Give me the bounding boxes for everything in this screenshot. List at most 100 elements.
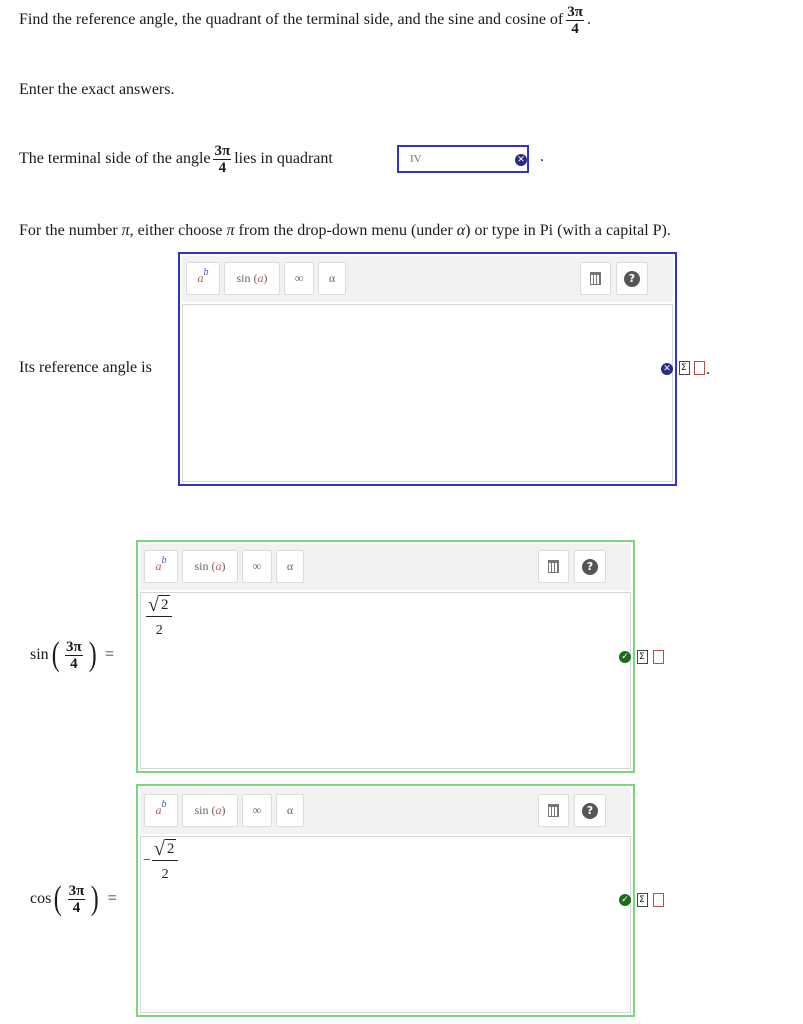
pdf-file-icon[interactable] xyxy=(694,361,705,375)
sin-arg-label: a xyxy=(257,271,264,285)
sin-input[interactable]: √ 2 2 xyxy=(140,592,631,769)
alpha-dropdown-button[interactable]: α xyxy=(318,262,346,295)
cos-input[interactable]: − √ 2 2 xyxy=(140,836,631,1013)
quadrant-angle-denominator: 4 xyxy=(218,159,227,176)
incorrect-icon: ✕ xyxy=(661,363,673,375)
pi-symbol: π xyxy=(121,222,130,239)
question-period: . xyxy=(586,11,591,28)
incorrect-icon: ✕ xyxy=(515,154,527,166)
quadrant-angle-fraction: 3π 4 xyxy=(213,142,232,176)
formula-preview-icon[interactable]: Σ xyxy=(679,361,690,375)
sin-button[interactable]: sin (a) xyxy=(182,550,238,583)
correct-icon: ✓ xyxy=(619,894,631,906)
cos-arg-denominator: 4 xyxy=(72,899,81,916)
alpha-dropdown-button[interactable]: α xyxy=(276,550,304,583)
quadrant-suffix: lies in quadrant xyxy=(234,150,333,167)
sin-radicand: 2 xyxy=(158,595,171,613)
trash-icon xyxy=(548,560,559,573)
sin-button[interactable]: sin (a) xyxy=(224,262,280,295)
reference-label: Its reference angle is xyxy=(19,359,152,376)
sin-equals: = xyxy=(105,646,115,663)
pi-note-text-b: , either choose xyxy=(129,222,223,239)
infinity-button[interactable]: ∞ xyxy=(284,262,314,295)
sin-answer-numerator: √ 2 xyxy=(146,594,173,617)
quadrant-select[interactable]: IV ✕ xyxy=(397,145,529,173)
sqrt-icon: √ xyxy=(148,594,159,616)
angle-denominator: 4 xyxy=(571,20,579,37)
pdf-file-icon[interactable] xyxy=(653,893,664,907)
sin-expression: sin ( 3π 4 ) = xyxy=(30,638,114,672)
pi-note-text-d: ) or type in Pi (with a capital P). xyxy=(465,222,671,239)
question-prefix: Find the reference angle, the quadrant o… xyxy=(19,11,564,28)
correct-icon: ✓ xyxy=(619,651,631,663)
formula-preview-icon[interactable]: Σ xyxy=(637,893,648,907)
cos-radicand: 2 xyxy=(164,839,177,857)
power-exp: b xyxy=(161,799,167,810)
cos-editor: ab sin (a) ∞ α ? − √ 2 2 xyxy=(136,784,635,1017)
power-exp: b xyxy=(203,267,209,278)
angle-fraction: 3π 4 xyxy=(566,3,584,37)
pi-note-text-a: For the number xyxy=(19,222,118,239)
pi-note: For the number π, either choose π from t… xyxy=(19,222,671,240)
right-paren: ) xyxy=(88,636,97,673)
instruction-text: Enter the exact answers. xyxy=(19,81,175,98)
help-button[interactable]: ? xyxy=(574,550,606,583)
infinity-icon: ∞ xyxy=(252,559,262,573)
left-paren: ( xyxy=(51,636,60,673)
alpha-dropdown-button[interactable]: α xyxy=(276,794,304,827)
sin-editor: ab sin (a) ∞ α ? √ 2 2 xyxy=(136,540,635,773)
pi-note-text-c: from the drop-down menu (under xyxy=(238,222,453,239)
sin-fn-label: sin xyxy=(194,559,209,573)
quadrant-period: . xyxy=(540,148,544,165)
formula-preview-icon[interactable]: Σ xyxy=(637,650,648,664)
help-button[interactable]: ? xyxy=(574,794,606,827)
sigma-glyph: Σ xyxy=(681,363,687,373)
power-button[interactable]: ab xyxy=(144,794,178,827)
quadrant-angle-numerator: 3π xyxy=(213,142,232,160)
infinity-button[interactable]: ∞ xyxy=(242,550,272,583)
cos-answer-sign: − xyxy=(143,853,151,868)
sin-answer-denominator: 2 xyxy=(155,623,163,638)
help-icon: ? xyxy=(582,558,598,575)
cos-arg-numerator: 3π xyxy=(67,882,86,900)
cos-answer-numerator: √ 2 xyxy=(151,838,179,861)
reference-editor: ab sin (a) ∞ α ? xyxy=(178,252,677,486)
pdf-file-icon[interactable] xyxy=(653,650,664,664)
alpha-icon: α xyxy=(328,271,336,285)
alpha-symbol: α xyxy=(456,222,466,239)
trash-icon xyxy=(590,272,601,285)
sin-answer: √ 2 2 xyxy=(146,594,173,639)
sin-arg-numerator: 3π xyxy=(65,638,83,656)
cos-equals: = xyxy=(107,890,117,907)
power-exp: b xyxy=(161,555,167,566)
pi-symbol-2: π xyxy=(226,222,235,239)
help-icon: ? xyxy=(582,802,598,819)
reference-input[interactable] xyxy=(182,304,673,482)
infinity-icon: ∞ xyxy=(252,803,262,817)
power-button[interactable]: ab xyxy=(144,550,178,583)
clear-button[interactable] xyxy=(538,550,569,583)
clear-button[interactable] xyxy=(580,262,611,295)
help-button[interactable]: ? xyxy=(616,262,648,295)
clear-button[interactable] xyxy=(538,794,569,827)
quadrant-prefix: The terminal side of the angle xyxy=(19,150,211,167)
sin-arg-fraction: 3π 4 xyxy=(65,638,83,671)
infinity-icon: ∞ xyxy=(294,271,304,285)
sin-fn-label: sin xyxy=(194,803,209,817)
question-prompt: Find the reference angle, the quadrant o… xyxy=(19,4,591,36)
help-icon: ? xyxy=(624,270,640,287)
sqrt-icon: √ xyxy=(153,838,165,860)
alpha-icon: α xyxy=(286,803,294,817)
sin-button[interactable]: sin (a) xyxy=(182,794,238,827)
power-button[interactable]: ab xyxy=(186,262,220,295)
infinity-button[interactable]: ∞ xyxy=(242,794,272,827)
angle-numerator: 3π xyxy=(566,3,584,21)
cos-fn: cos xyxy=(30,890,52,907)
right-paren: ) xyxy=(91,880,100,917)
sin-arg-label: a xyxy=(215,559,222,573)
sin-arg-label: a xyxy=(215,803,222,817)
editor-toolbar: ab sin (a) ∞ α ? xyxy=(182,256,673,302)
sin-fn-label: sin xyxy=(236,271,251,285)
alpha-icon: α xyxy=(286,559,294,573)
cos-expression: cos ( 3π 4 ) = xyxy=(30,882,117,916)
